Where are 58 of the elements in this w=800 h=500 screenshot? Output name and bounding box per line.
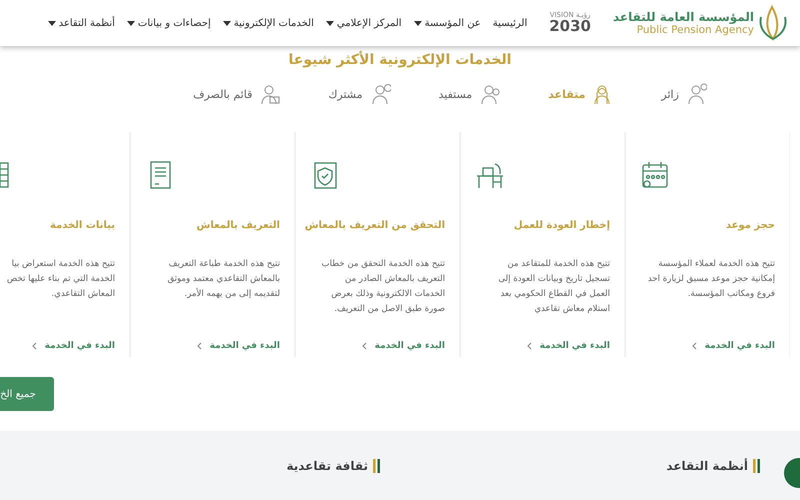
accent-bar-icon — [373, 459, 380, 473]
service-description: بالمعاش التقاعدي معتمد وموثق — [167, 274, 280, 284]
chevron-icon — [196, 342, 202, 350]
nav-link[interactable]: المركز الإعلامي — [326, 18, 402, 28]
service-description: استلام معاش تقاعدي — [534, 304, 610, 314]
role-tab[interactable]: مشترك — [322, 82, 397, 106]
start-service-link[interactable]: البدء في الخدمة — [475, 341, 610, 351]
service-title: إخطار العودة للعمل — [514, 220, 610, 231]
calendar-icon — [640, 160, 670, 190]
service-description: تتيح هذه الخدمة لعملاء المؤسسة — [658, 259, 775, 269]
service-description: تتيح هذه الخدمة طباعة التعريف — [168, 259, 280, 269]
section-heading: أنظمة التقاعد — [666, 459, 748, 473]
service-title: حجز موعد — [726, 220, 775, 231]
service-description: فروع ومكاتب المؤسسة. — [688, 289, 775, 299]
section-title: الخدمات الإلكترونية الأكثر شيوعا — [288, 52, 512, 68]
palm-leaf-logo-icon — [758, 5, 788, 41]
nav-link[interactable]: أنظمة التقاعد — [48, 18, 115, 28]
service-description: الخدمات الالكترونية وذلك بعرض — [331, 289, 445, 299]
service-description: العمل في القطاع الحكومي بعد — [500, 289, 610, 299]
chevron-icon — [692, 342, 697, 350]
accent-bar-icon — [753, 459, 760, 473]
service-description: لتقديمه إلى من يهمه الأمر. — [184, 289, 280, 299]
role-tab[interactable]: مستفيد — [432, 82, 506, 106]
nav-link[interactable]: الخدمات الإلكترونية — [222, 18, 314, 28]
agency-name: المؤسسة العامة للتقاعد — [612, 10, 754, 24]
service-title: التعريف بالمعاش — [196, 220, 280, 231]
caret-icon — [414, 20, 422, 26]
chevron-icon — [526, 342, 532, 350]
service-description: المعاش التقاعدي. — [51, 289, 115, 299]
vision-year: 2030 — [549, 19, 591, 34]
section-heading: ثقافة تقاعدية — [286, 459, 368, 473]
service-description: إمكانية حجز موعد مسبق لزيارة احد — [648, 274, 775, 284]
chevron-icon — [362, 342, 367, 350]
caret-icon — [126, 20, 135, 26]
caret-icon — [326, 20, 334, 26]
service-description: التعريف بالمعاش الصادر من — [344, 274, 445, 284]
start-service-link[interactable]: البدء في الخدمة — [640, 341, 775, 351]
nav-link[interactable]: الرئيسية — [492, 18, 528, 28]
service-description: تسجيل تاريخ وبيانات العودة إلى — [498, 274, 610, 284]
service-description: تتيح هذه الخدمة استعراض بيا — [12, 259, 115, 269]
role-tab[interactable]: زائر — [655, 82, 713, 106]
service-description: صورة طبق الاصل من التعريف. — [334, 304, 445, 314]
agency-name-english: Public Pension Agency — [636, 24, 754, 36]
nav-link[interactable]: إحصاءات و بيانات — [126, 18, 211, 28]
chevron-icon — [32, 342, 37, 350]
start-service-link[interactable]: البدء في الخدمة — [310, 341, 445, 351]
service-description: الخدمة التي تم بناء عليها تخص — [6, 274, 115, 284]
caret-icon — [222, 20, 231, 26]
nav-link[interactable]: عن المؤسسة — [414, 18, 481, 28]
service-description: تتيح هذه الخدمة للمتقاعد من — [507, 259, 610, 269]
role-tab[interactable]: قائم بالصرف — [187, 82, 286, 106]
service-description: تتيح هذه الخدمة التحقق من خطاب — [322, 259, 445, 269]
service-title: بيانات الخدمة — [50, 220, 115, 231]
caret-icon — [48, 20, 56, 26]
service-title: التحقق من التعريف بالمعاش — [304, 220, 445, 231]
start-service-link[interactable]: البدء في الخدمة — [145, 341, 280, 351]
all-services-button[interactable]: جميع الخ — [0, 377, 54, 411]
start-service-link[interactable]: البدء في الخدمة — [0, 341, 115, 351]
